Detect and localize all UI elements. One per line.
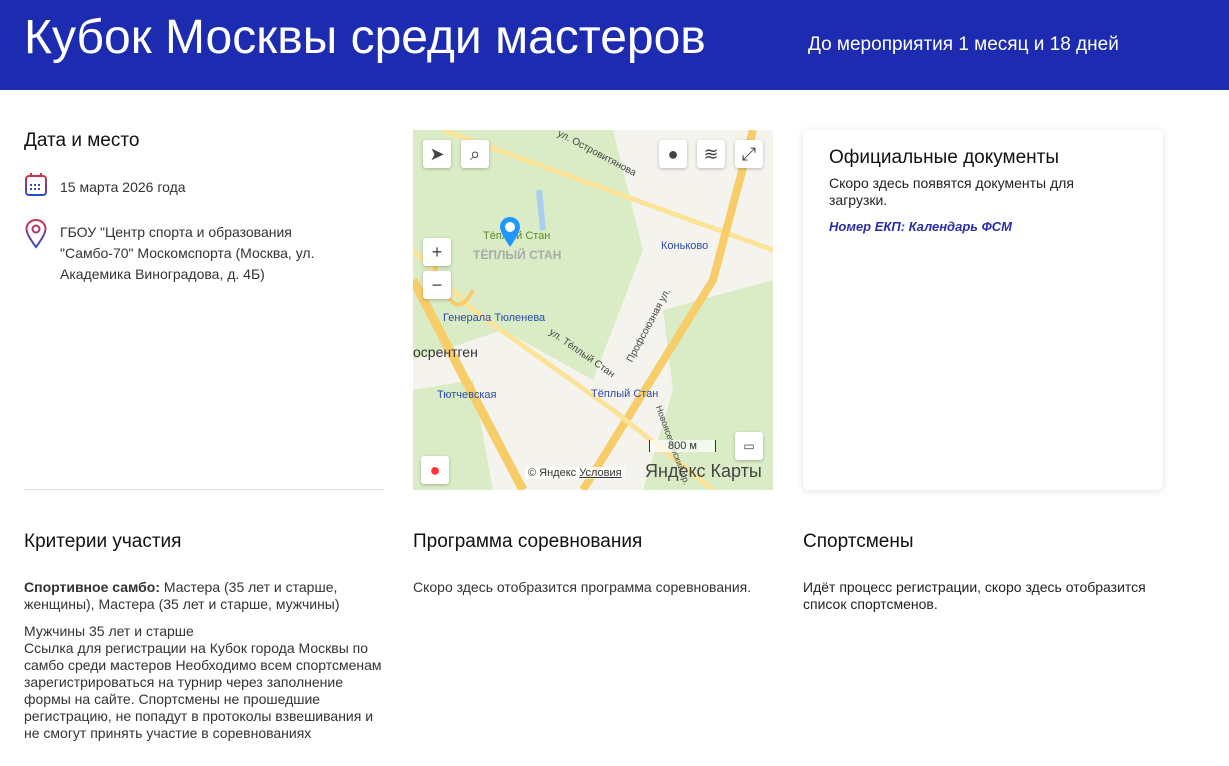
program-text: Скоро здесь отобразится программа соревн… [413, 579, 752, 595]
documents-heading: Официальные документы [829, 147, 1060, 168]
program-heading: Программа соревнования [413, 531, 643, 552]
map-copyright: © Яндекс Условия [525, 467, 625, 479]
map[interactable]: ул. Островитянова Тёплый Стан ТЁПЛЫЙ СТА… [413, 130, 773, 490]
zoom-out-button[interactable]: − [423, 271, 451, 299]
location-pin-icon [25, 218, 47, 249]
map-background [413, 130, 773, 490]
zoom-in-button[interactable]: + [423, 238, 451, 266]
traffic-button[interactable]: ● [659, 140, 687, 168]
layers-button[interactable]: ≋ [697, 140, 725, 168]
terms-link[interactable]: Условия [579, 467, 621, 479]
map-marker-icon [500, 217, 520, 247]
documents-text: Скоро здесь появятся документы для загру… [829, 175, 1074, 208]
ruler-button[interactable]: ▭ [735, 432, 763, 460]
search-button[interactable]: ⌕ [461, 140, 489, 168]
yandex-maps-logo[interactable]: Яндекс Карты [645, 461, 762, 482]
countdown: До мероприятия 1 месяц и 18 дней [808, 34, 1119, 55]
page-title: Кубок Москвы среди мастеров [24, 11, 706, 64]
date-place-heading: Дата и место [24, 130, 140, 151]
event-address: ГБОУ "Центр спорта и образования "Самбо-… [60, 224, 315, 282]
ekp-link[interactable]: Номер ЕКП: Календарь ФСМ [829, 218, 1012, 235]
map-label: Генерала Тюленева [443, 312, 546, 324]
copyright-text: © Яндекс [528, 467, 577, 479]
map-label: Тютчевская [437, 389, 497, 401]
criteria-label: Спортивное самбо: [24, 579, 161, 595]
criteria-categories: Спортивное самбо: Мастера (35 лет и стар… [24, 579, 374, 613]
documents-card: Официальные документы Скоро здесь появят… [803, 130, 1163, 490]
event-date: 15 марта 2026 года [60, 179, 186, 195]
criteria-heading: Критерии участия [24, 531, 182, 552]
map-pin-button[interactable]: ● [421, 456, 449, 484]
header: Кубок Москвы среди мастеров До мероприят… [0, 0, 1229, 90]
criteria-body: Ссылка для регистрации на Кубок города М… [24, 640, 382, 741]
geolocation-button[interactable]: ➤ [423, 140, 451, 168]
map-label: Коньково [661, 240, 709, 252]
map-scale: 800 м [649, 440, 716, 452]
criteria-group: Мужчины 35 лет и старше [24, 623, 194, 639]
athletes-text: Идёт процесс регистрации, скоро здесь от… [803, 579, 1146, 612]
athletes-heading: Спортсмены [803, 531, 914, 552]
calendar-icon [25, 173, 47, 196]
map-label: Тёплый Стан [591, 388, 659, 400]
fullscreen-button[interactable]: ⤢ [735, 140, 763, 168]
map-label: осрентген [413, 344, 478, 360]
divider [24, 489, 384, 490]
